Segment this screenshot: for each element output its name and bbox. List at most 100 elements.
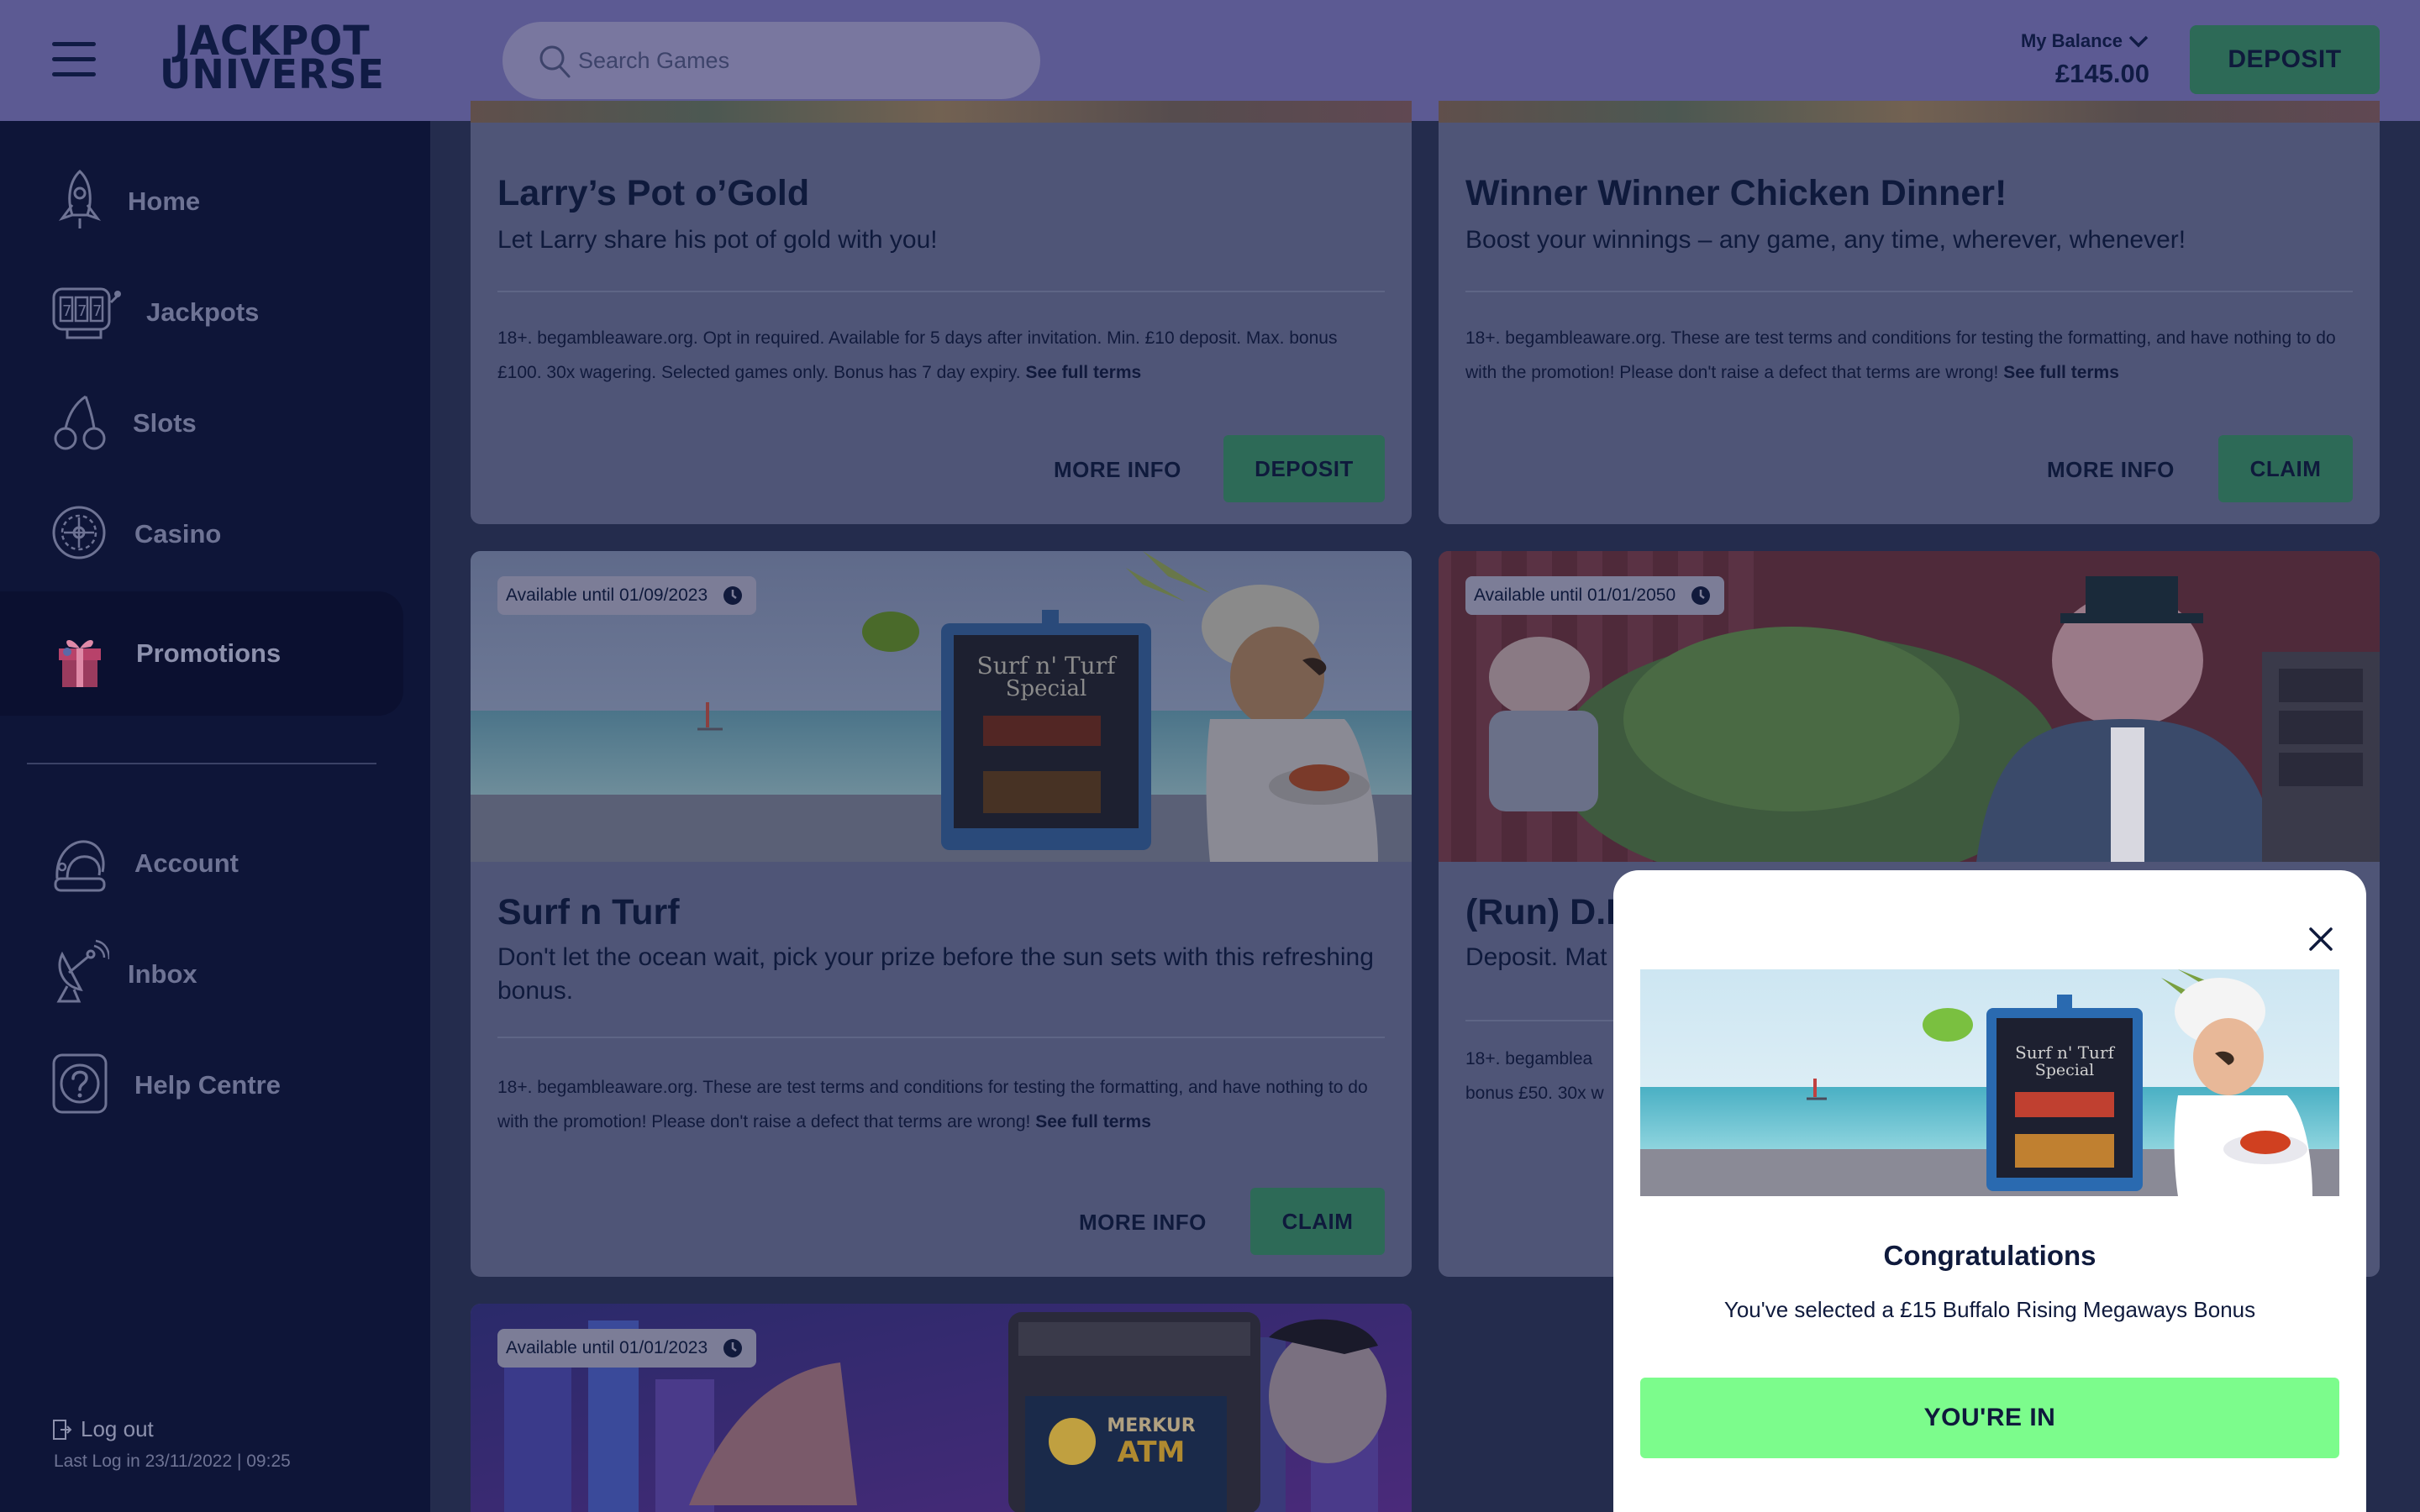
bonus-confirmation-modal: Surf n' Turf Special Congratulations You… [1613,870,2366,1512]
sign-line-2: Special [2035,1061,2095,1079]
promo-terms-text: 18+. begambleaware.org. These are test t… [1465,328,2336,382]
surf-n-turf-illustration: Surf n' Turf Special [1640,969,2339,1196]
availability-text: Available until 01/09/2023 [506,585,708,605]
promo-card: Larry’s Pot o’Gold Let Larry share his p… [471,101,1412,524]
card-divider [497,291,1385,292]
promo-title: Winner Winner Chicken Dinner! [1465,173,2007,213]
logo-line-2: UNIVERSE [160,50,385,98]
clock-icon [723,586,743,605]
clock-icon [1691,586,1711,605]
promo-image: Surf n' Turf Special Available until 01/… [471,551,1412,862]
sidebar-item-label: Slots [133,408,197,438]
deposit-button[interactable]: DEPOSIT [1223,435,1385,502]
sidebar-item-label: Casino [134,519,222,549]
promo-terms: 18+. begambleaware.org. These are test t… [497,1070,1385,1139]
cherries-icon [54,395,106,450]
satellite-dish-icon [56,939,109,1003]
youre-in-button[interactable]: YOU'RE IN [1640,1378,2339,1458]
atm-label: ATM [1118,1436,1186,1469]
header-deposit-button[interactable]: DEPOSIT [2190,25,2380,94]
search-icon [539,45,571,78]
atm-brand: MERKUR [1107,1415,1195,1436]
svg-text:7: 7 [92,302,102,320]
sidebar-item-slots[interactable]: Slots [0,370,403,477]
promo-terms-line: bonus £50. 30x w [1465,1084,1604,1103]
see-full-terms-link[interactable]: See full terms [1025,363,1141,382]
sidebar-item-inbox[interactable]: Inbox [0,921,403,1028]
sidebar-item-account[interactable]: Account [0,810,403,917]
logout-label: Log out [81,1416,154,1441]
promo-card: Surf n' Turf Special Available until 01/… [471,551,1412,1277]
sidebar-item-home[interactable]: Home [0,148,403,255]
modal-message: You've selected a £15 Buffalo Rising Meg… [1723,1297,2256,1322]
more-info-button[interactable]: MORE INFO [1054,457,1181,483]
more-info-button[interactable]: MORE INFO [1079,1210,1207,1236]
rocket-icon [58,169,102,228]
gift-icon [59,639,101,687]
chevron-down-icon[interactable] [2128,34,2149,49]
promo-subtitle: Deposit. Mat [1465,943,1607,971]
logout-link[interactable]: Log out [52,1416,154,1442]
last-login-text: Last Log in 23/11/2022 | 09:25 [54,1452,291,1471]
question-mark-icon [52,1053,108,1114]
availability-badge: Available until 01/09/2023 [497,576,757,615]
close-icon[interactable] [2307,926,2334,953]
availability-badge: Available until 01/01/2023 [497,1329,757,1368]
modal-title: Congratulations [1883,1240,2096,1271]
sidebar-item-label: Jackpots [146,297,260,327]
promo-subtitle: Don't let the ocean wait, pick your priz… [497,943,1374,1005]
sidebar-item-label: Promotions [136,638,281,668]
card-image-strip [471,101,1412,123]
availability-text: Available until 01/01/2023 [506,1338,708,1357]
sign-line-2: Special [1006,676,1087,701]
svg-text:7: 7 [62,302,71,320]
promo-title: Surf n Turf [497,892,680,932]
logout-icon [53,1419,72,1440]
promo-terms-text: 18+. begambleaware.org. These are test t… [497,1078,1368,1131]
balance-widget[interactable]: My Balance £145.00 [2021,30,2149,89]
sidebar: Home 7 7 7 Jackpots Slots Casino Promoti… [0,121,430,1512]
balance-amount: £145.00 [2054,59,2149,88]
sidebar-divider [27,763,376,764]
see-full-terms-link[interactable]: See full terms [1035,1112,1151,1131]
search-bar[interactable] [502,22,1040,99]
search-input[interactable] [578,42,998,79]
sidebar-item-label: Account [134,848,239,878]
claim-button[interactable]: CLAIM [2218,435,2353,502]
promo-card: MERKUR ATM Available until 01/01/2023 [471,1304,1412,1512]
promo-terms: 18+. begambleaware.org. Opt in required.… [497,321,1385,390]
claim-button[interactable]: CLAIM [1250,1188,1385,1255]
promo-terms: 18+. begambleaware.org. These are test t… [1465,321,2353,390]
card-divider [497,1037,1385,1038]
promo-subtitle: Let Larry share his pot of gold with you… [497,226,938,254]
see-full-terms-link[interactable]: See full terms [2003,363,2119,382]
sidebar-item-help-centre[interactable]: Help Centre [0,1032,403,1139]
astronaut-helmet-icon [54,840,106,892]
menu-icon[interactable] [52,42,96,77]
card-image-strip [1439,101,2380,123]
sidebar-item-label: Inbox [128,959,197,989]
promo-title: Larry’s Pot o’Gold [497,173,810,213]
availability-text: Available until 01/01/2050 [1474,585,1676,605]
roulette-icon [52,506,106,559]
promo-subtitle: Boost your winnings – any game, any time… [1465,226,2186,254]
card-divider [1465,291,2353,292]
logo[interactable]: JACKPOT UNIVERSE [146,20,398,98]
promo-card: Winner Winner Chicken Dinner! Boost your… [1439,101,2380,524]
promo-terms-line: 18+. begamblea [1465,1049,1593,1068]
more-info-button[interactable]: MORE INFO [2047,457,2175,483]
sign-line-1: Surf n' Turf [2015,1042,2115,1063]
sidebar-item-jackpots[interactable]: 7 7 7 Jackpots [0,259,403,366]
availability-badge: Available until 01/01/2050 [1465,576,1725,615]
balance-label: My Balance [2020,30,2123,51]
sidebar-item-promotions[interactable]: Promotions [0,591,403,716]
promo-image: Available until 01/01/2050 [1439,551,2380,862]
sidebar-item-label: Help Centre [134,1070,281,1100]
slot-machine-icon: 7 7 7 [52,287,121,339]
svg-text:7: 7 [77,302,87,320]
sidebar-item-label: Home [128,186,201,216]
modal-promo-image: Surf n' Turf Special [1640,969,2339,1196]
sidebar-item-casino[interactable]: Casino [0,480,403,588]
promo-terms-text: 18+. begambleaware.org. Opt in required.… [497,328,1338,382]
clock-icon [723,1339,743,1357]
